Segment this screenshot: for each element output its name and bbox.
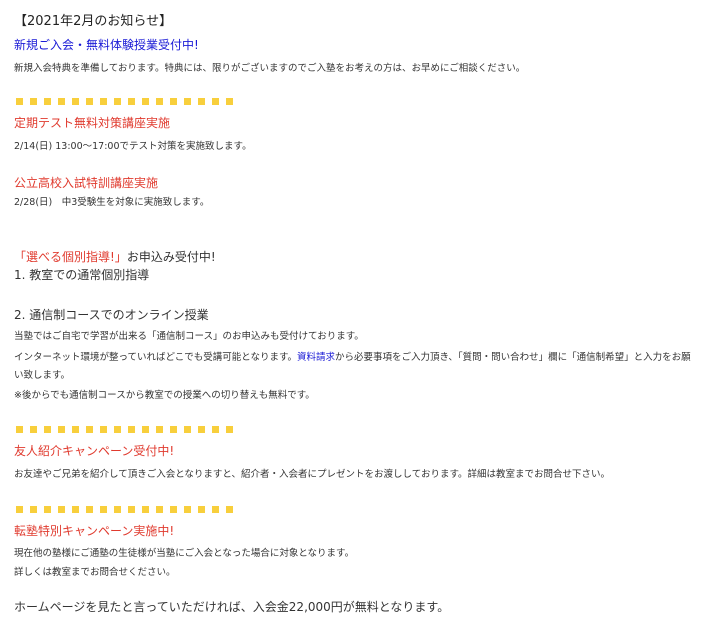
divider-dot — [30, 426, 37, 433]
divider-dot — [114, 506, 121, 513]
divider-dot — [170, 98, 177, 105]
divider-dot — [58, 506, 65, 513]
transfer-heading: 転塾特別キャンペーン実施中! — [14, 524, 175, 538]
notice-title: 【2021年2月のお知らせ】 — [14, 14, 173, 29]
guidance-line-1: 当塾ではご自宅で学習が出来る「通信制コース」のお申込みも受付けております。 — [14, 331, 364, 342]
transfer-body-1: 現在他の塾様にご通塾の生徒様が当塾にご入会となった場合に対象となります。 — [14, 548, 355, 559]
exam-course-heading: 定期テスト無料対策講座実施 — [14, 116, 171, 130]
divider-dot — [100, 98, 107, 105]
notice-page: 【2021年2月のお知らせ】 新規ご入会・無料体験授業受付中! 新規入会特典を準… — [0, 0, 718, 624]
divider-dot — [212, 506, 219, 513]
dotted-divider — [16, 426, 233, 433]
guidance-line-3: い致します。 — [14, 370, 71, 381]
divider-dot — [44, 98, 51, 105]
divider-dot — [198, 426, 205, 433]
divider-dot — [226, 98, 233, 105]
divider-dot — [44, 506, 51, 513]
document-request-link[interactable]: 資料請求 — [297, 352, 335, 363]
divider-dot — [58, 426, 65, 433]
divider-dot — [212, 98, 219, 105]
divider-dot — [156, 98, 163, 105]
divider-dot — [72, 506, 79, 513]
enrollment-body: 新規入会特典を準備しております。特典には、限りがございますのでご入塾をお考えの方… — [14, 63, 526, 74]
referral-heading: 友人紹介キャンペーン受付中! — [14, 444, 175, 458]
divider-dot — [16, 506, 23, 513]
guidance-line-2: インターネット環境が整っていればどこでも受講可能となります。資料請求から必要事項… — [14, 349, 691, 363]
guidance-item-1: 1. 教室での通常個別指導 — [14, 268, 150, 282]
divider-dot — [142, 426, 149, 433]
divider-dot — [114, 98, 121, 105]
divider-dot — [226, 506, 233, 513]
divider-dot — [156, 426, 163, 433]
divider-dot — [44, 426, 51, 433]
homepage-offer: ホームページを見たと言っていただければ、入会金22,000円が無料となります。 — [14, 600, 450, 614]
dotted-divider — [16, 506, 233, 513]
guidance-line-4: ※後からでも通信制コースから教室での授業への切り替えも無料です。 — [14, 390, 315, 401]
divider-dot — [184, 506, 191, 513]
divider-dot — [16, 98, 23, 105]
guidance-line-2-start: インターネット環境が整っていればどこでも受講可能となります。 — [14, 352, 298, 363]
divider-dot — [128, 506, 135, 513]
divider-dot — [170, 426, 177, 433]
divider-dot — [128, 426, 135, 433]
guidance-line-2-end: から必要事項をご入力頂き、「質問・問い合わせ」欄に「通信制希望」と入力をお願 — [335, 352, 691, 363]
guidance-heading-highlight: 「選べる個別指導!」 — [14, 250, 127, 264]
divider-dot — [72, 98, 79, 105]
divider-dot — [72, 426, 79, 433]
divider-dot — [16, 426, 23, 433]
divider-dot — [142, 506, 149, 513]
divider-dot — [100, 426, 107, 433]
divider-dot — [30, 98, 37, 105]
highschool-course-body: 2/28(日) 中3受験生を対象に実施致します。 — [14, 197, 210, 208]
divider-dot — [86, 506, 93, 513]
guidance-item-2: 2. 通信制コースでのオンライン授業 — [14, 308, 209, 322]
divider-dot — [212, 426, 219, 433]
divider-dot — [156, 506, 163, 513]
guidance-heading-rest: お申込み受付中! — [126, 250, 216, 264]
exam-course-body: 2/14(日) 13:00〜17:00でテスト対策を実施致します。 — [14, 141, 252, 152]
dotted-divider — [16, 98, 233, 105]
enrollment-heading: 新規ご入会・無料体験授業受付中! — [14, 38, 199, 52]
divider-dot — [142, 98, 149, 105]
divider-dot — [114, 426, 121, 433]
divider-dot — [198, 98, 205, 105]
divider-dot — [184, 98, 191, 105]
divider-dot — [100, 506, 107, 513]
transfer-body-2: 詳しくは教室までお問合せください。 — [14, 567, 176, 578]
divider-dot — [184, 426, 191, 433]
guidance-heading: 「選べる個別指導!」お申込み受付中! — [14, 248, 216, 265]
divider-dot — [86, 98, 93, 105]
divider-dot — [86, 426, 93, 433]
divider-dot — [170, 506, 177, 513]
divider-dot — [128, 98, 135, 105]
divider-dot — [30, 506, 37, 513]
divider-dot — [198, 506, 205, 513]
highschool-course-heading: 公立高校入試特訓講座実施 — [14, 176, 159, 190]
divider-dot — [226, 426, 233, 433]
referral-body: お友達やご兄弟を紹介して頂きご入会となりますと、紹介者・入会者にプレゼントをお渡… — [14, 469, 611, 480]
divider-dot — [58, 98, 65, 105]
